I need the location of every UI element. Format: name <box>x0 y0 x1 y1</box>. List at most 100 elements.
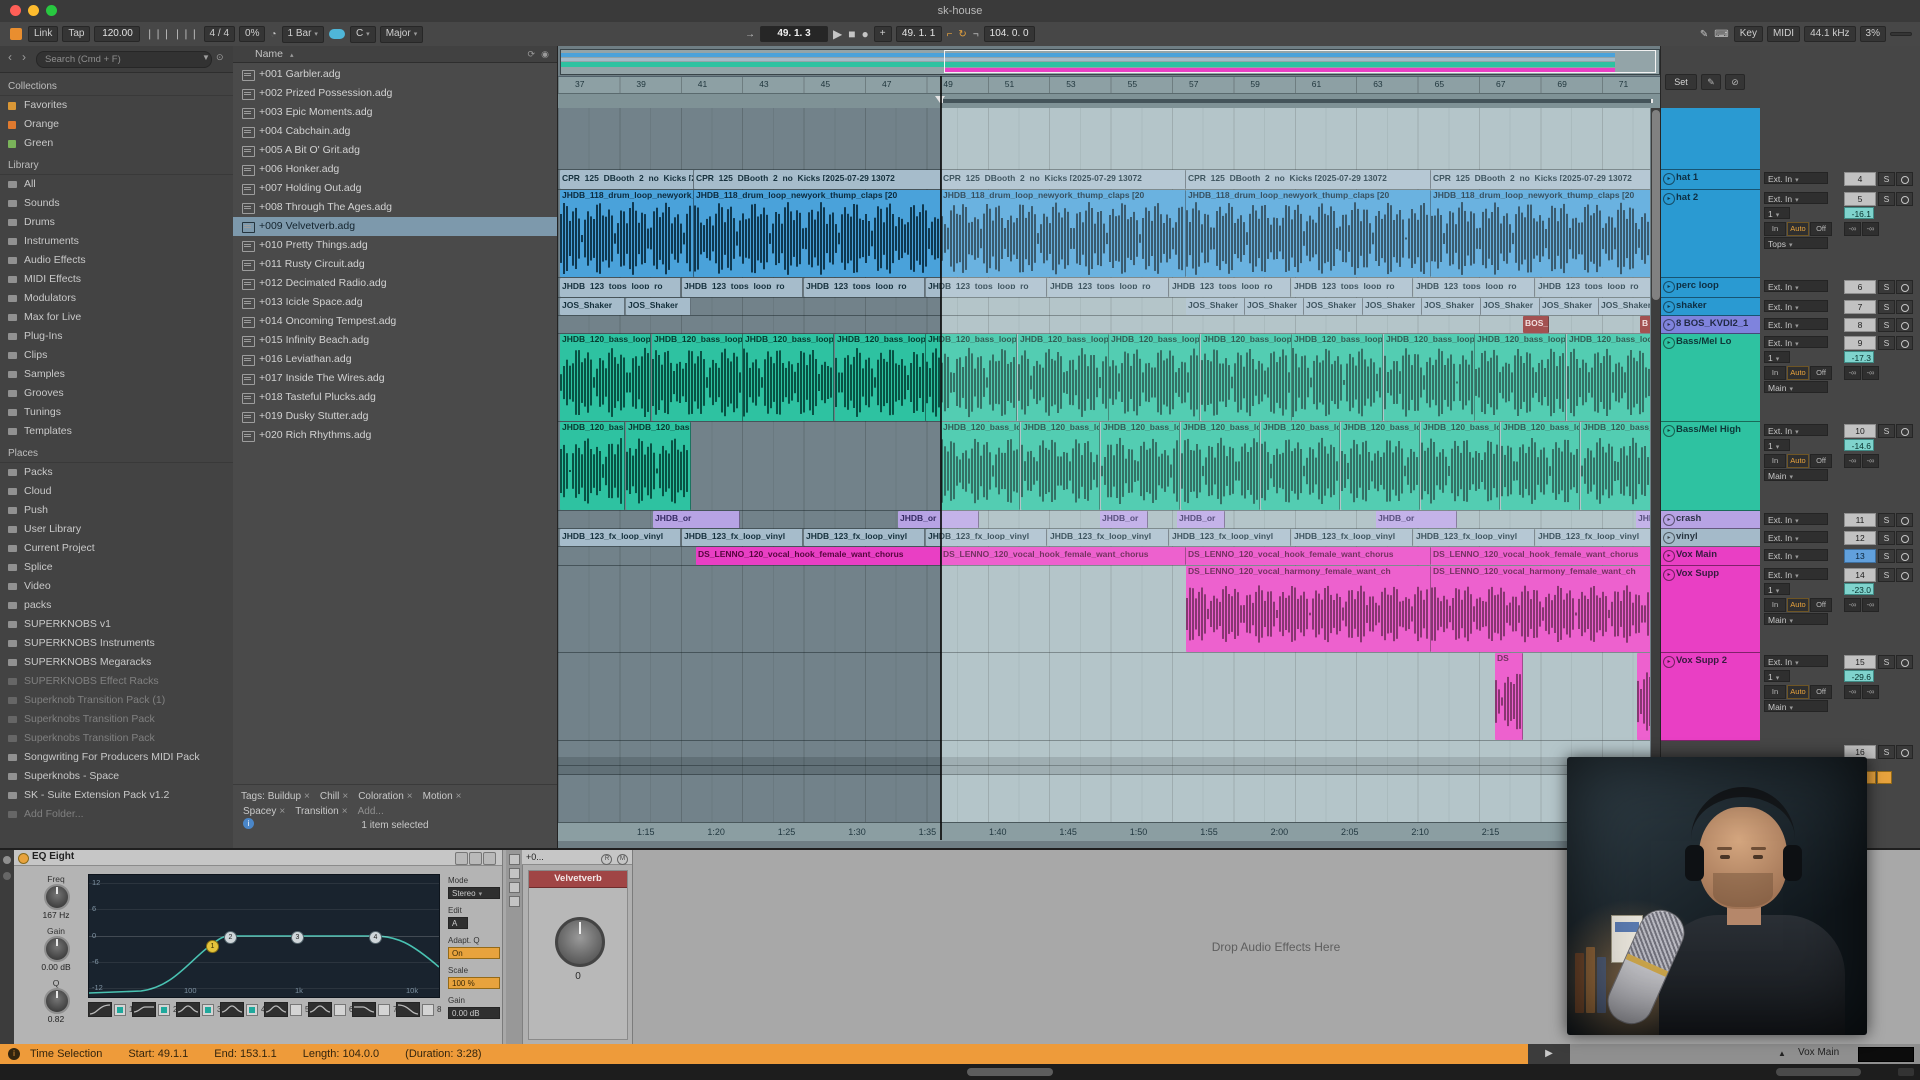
remove-tag-icon[interactable]: × <box>407 791 413 802</box>
clip[interactable]: JHDB_120_bass_loop_fil <box>1384 334 1475 421</box>
arm-button[interactable] <box>1896 655 1913 669</box>
monitor-off-button[interactable]: Off <box>1810 454 1832 468</box>
clip[interactable]: JHDB_120_bass_loop_fil <box>1292 334 1383 421</box>
main-automation-lane[interactable] <box>558 766 1650 775</box>
band-enable-checkbox[interactable] <box>422 1004 434 1016</box>
forward-icon[interactable]: › <box>22 50 26 64</box>
clip[interactable]: JHDB_or <box>1636 511 1650 528</box>
solo-button[interactable]: S <box>1878 318 1895 332</box>
tag-chip[interactable]: Spacey× <box>243 806 285 817</box>
clip[interactable]: JOS_Shaker <box>1245 298 1304 315</box>
sidebar-item-video[interactable]: Video <box>0 577 233 596</box>
sidebar-item-templates[interactable]: Templates <box>0 422 233 441</box>
input-channel-select[interactable]: 1▾ <box>1764 439 1790 451</box>
velvetverb-knob[interactable] <box>555 917 605 967</box>
track-lane-bass-mel-high[interactable]: JHDB_120_bass_loJHDB_120_bass_loJHDB_120… <box>558 422 1650 511</box>
clip[interactable]: JHDB_123_tops_loop_ro <box>1536 278 1650 297</box>
track-number[interactable]: 6 <box>1844 280 1876 294</box>
clip[interactable]: JHDB_120_bass_loop_fil <box>1501 422 1580 510</box>
solo-button[interactable]: S <box>1878 424 1895 438</box>
monitor-off-button[interactable]: Off <box>1810 366 1832 380</box>
arm-button[interactable] <box>1896 300 1913 314</box>
sidebar-item-sk-suite-extension-pack-v1-2[interactable]: SK - Suite Extension Pack v1.2 <box>0 786 233 805</box>
solo-button[interactable]: S <box>1878 745 1895 759</box>
eq-band-4[interactable]: 4 <box>220 1002 265 1017</box>
arm-button[interactable] <box>1896 336 1913 350</box>
remove-tag-icon[interactable]: × <box>456 791 462 802</box>
clip[interactable]: JHDB_123_fx_loop_vinyl <box>1170 529 1291 546</box>
eq-band-6[interactable]: 6 <box>308 1002 353 1017</box>
sidebar-item-superknobs-v1[interactable]: SUPERKNOBS v1 <box>0 615 233 634</box>
sidebar-item-all[interactable]: All <box>0 175 233 194</box>
track-number[interactable]: 13 <box>1844 549 1876 563</box>
clip[interactable]: JHDB_120_bass_loop_fil <box>1475 334 1566 421</box>
remove-tag-icon[interactable]: × <box>342 791 348 802</box>
track-lane-vox-main[interactable]: DS_LENNO_120_vocal_hook_female_want_chor… <box>558 547 1650 566</box>
clip[interactable]: JHDB_or <box>653 511 740 528</box>
send-value[interactable]: -∞ <box>1862 685 1879 699</box>
track-lane-hat-2[interactable]: JHDB_118_drum_loop_newyork_thump_claps [… <box>558 190 1650 278</box>
send-value[interactable]: -∞ <box>1844 366 1861 380</box>
file-row[interactable]: +010 Pretty Things.adg <box>233 236 557 255</box>
sidebar-item-superknobs-megaracks[interactable]: SUPERKNOBS Megaracks <box>0 653 233 672</box>
horizontal-scrollbar[interactable] <box>967 1068 1053 1076</box>
monitor-auto-button[interactable]: Auto <box>1787 366 1809 380</box>
clip[interactable]: JHDB_120_bass_loop_fil <box>1201 334 1292 421</box>
device-save-icon[interactable] <box>483 852 496 865</box>
clip[interactable]: DS_LENNO_120_vocal_harmony_female_want_c… <box>1431 566 1650 652</box>
clip[interactable]: JHDB_120_bass_loop_fil <box>1261 422 1340 510</box>
rack-r-icon[interactable]: R <box>601 854 612 865</box>
sidebar-item-push[interactable]: Push <box>0 501 233 520</box>
input-routing-select[interactable]: Ext. In▾ <box>1764 318 1828 330</box>
track-header-8-bos-kvdi2-1[interactable]: ▸8 BOS_KVDI2_1 <box>1661 316 1761 334</box>
band-enable-checkbox[interactable] <box>202 1004 214 1016</box>
clip[interactable]: JHDB_123_fx_loop_vinyl <box>1048 529 1169 546</box>
clip[interactable]: JHDB_123_tops_loop_ro <box>804 278 925 297</box>
scale-name-select[interactable]: Major▾ <box>380 26 424 43</box>
track-volume-field[interactable]: -23.0 <box>1844 583 1874 595</box>
clip[interactable]: DS_LENNO_120_vocal_hook_female_want_chor… <box>696 547 941 565</box>
lock-envelopes-icon[interactable]: ⊘ <box>1725 74 1745 90</box>
arm-button[interactable] <box>1896 568 1913 582</box>
scrollbar-thumb[interactable] <box>1652 110 1660 300</box>
sidebar-item-current-project[interactable]: Current Project <box>0 539 233 558</box>
track-number[interactable]: 15 <box>1844 655 1876 669</box>
eq-band-5[interactable]: 5 <box>264 1002 309 1017</box>
file-row[interactable]: +006 Honker.adg <box>233 160 557 179</box>
sidebar-item-superknob-transition-pack-1[interactable]: Superknob Transition Pack (1) <box>0 691 233 710</box>
file-row[interactable]: +019 Dusky Stutter.adg <box>233 407 557 426</box>
track-header-bass-mel-high[interactable]: ▸Bass/Mel High <box>1661 422 1761 511</box>
status-play-icon[interactable]: ▶ <box>1528 1044 1570 1064</box>
sidebar-item-user-library[interactable]: User Library <box>0 520 233 539</box>
draw-automation-icon[interactable]: ✎ <box>1701 74 1721 90</box>
input-routing-select[interactable]: Ext. In▾ <box>1764 192 1828 204</box>
input-channel-select[interactable]: 1▾ <box>1764 351 1790 363</box>
clip[interactable]: JOS_Shaker <box>626 298 691 315</box>
search-input[interactable] <box>36 51 212 68</box>
sidebar-item-cloud[interactable]: Cloud <box>0 482 233 501</box>
track-volume-field[interactable]: -16.1 <box>1844 207 1874 219</box>
back-icon[interactable]: ‹ <box>8 50 12 64</box>
track-header-shaker[interactable]: ▸shaker <box>1661 298 1761 316</box>
input-routing-select[interactable]: Ext. In▾ <box>1764 655 1828 667</box>
arm-button[interactable] <box>1896 424 1913 438</box>
set-loop-button[interactable]: Set <box>1665 74 1697 90</box>
track-lane-shaker[interactable]: JOS_ShakerJOS_ShakerJOS_ShakerJOS_Shaker… <box>558 298 1650 316</box>
track-number[interactable]: 11 <box>1844 513 1876 527</box>
clip[interactable]: DS_LENNO_120_vocal_hook_female_want_chor… <box>941 547 1186 565</box>
clip[interactable]: JHDB_123_tops_loop_ro <box>1170 278 1291 297</box>
band-enable-checkbox[interactable] <box>158 1004 170 1016</box>
output-routing-select[interactable]: Main▾ <box>1764 381 1828 393</box>
midi-map-button[interactable]: MIDI <box>1767 26 1800 42</box>
clip[interactable]: JHDB_118_drum_loop_newyork_thump_claps [… <box>1186 190 1431 277</box>
clip[interactable]: JOS_Shaker <box>1186 298 1245 315</box>
eq-band-7[interactable]: 7 <box>352 1002 397 1017</box>
clip[interactable]: JHDB_120_bass_lo <box>626 422 691 510</box>
rack-m-icon[interactable]: M <box>617 854 628 865</box>
sidebar-item-splice[interactable]: Splice <box>0 558 233 577</box>
monitor-auto-button[interactable]: Auto <box>1787 454 1809 468</box>
nudge-icons[interactable]: ❘❘❘ ❘❘❘ <box>145 29 198 40</box>
tag-chip[interactable]: Transition× <box>295 806 347 817</box>
sidebar-item-orange[interactable]: Orange <box>0 115 233 134</box>
scale-mode-icon[interactable] <box>329 29 345 39</box>
